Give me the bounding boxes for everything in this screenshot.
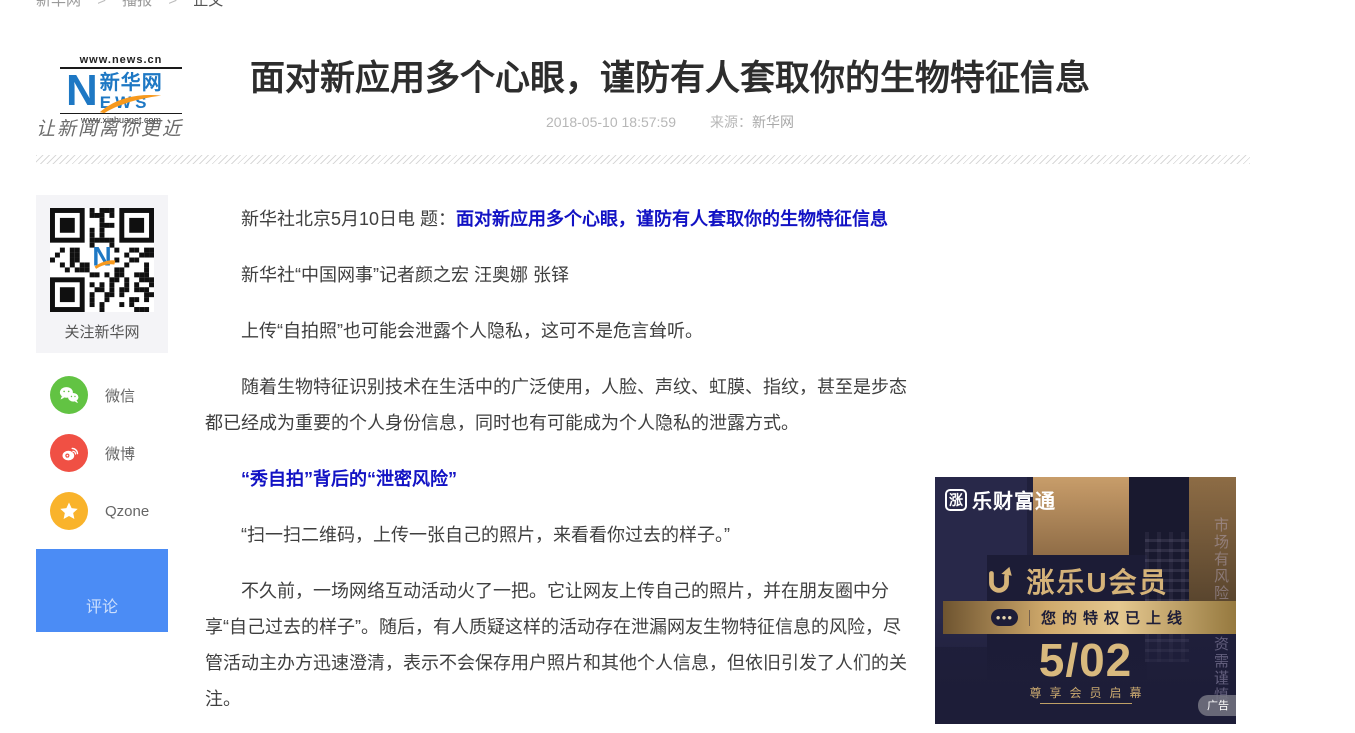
breadcrumb-separator: >	[168, 0, 177, 9]
ad-banner-divider	[1029, 610, 1030, 626]
weibo-icon	[50, 434, 88, 472]
ad-underline	[1040, 703, 1132, 704]
publish-time: 2018-05-10 18:57:59	[546, 114, 676, 130]
qr-code-image: N	[50, 208, 154, 312]
qr-follow-box: N 关注新华网	[36, 195, 168, 353]
ad-label-badge: 广告	[1198, 695, 1236, 716]
logo-letter-n: N	[66, 71, 98, 111]
source-label: 来源：	[710, 114, 752, 130]
hatched-divider	[36, 155, 1250, 164]
logo-slogan: 让新闻离你更近	[36, 114, 216, 141]
ad-brand-box-icon: 涨	[945, 489, 967, 511]
share-qzone-label: Qzone	[105, 503, 149, 520]
ad-brand-logo: 涨 乐财富通	[945, 485, 1056, 514]
ad-subline: 尊享会员启幕	[935, 684, 1236, 701]
share-weibo[interactable]: 微博	[36, 433, 168, 473]
qr-caption: 关注新华网	[50, 321, 154, 342]
paragraph: “扫一扫二维码，上传一张自己的照片，来看看你过去的样子。”	[205, 517, 911, 553]
share-wechat-label: 微信	[105, 385, 135, 406]
paragraph: 上传“自拍照”也可能会泄露个人隐私，这可不是危言耸听。	[205, 313, 911, 349]
article-body: 新华社北京5月10日电 题：面对新应用多个心眼，谨防有人套取你的生物特征信息 新…	[205, 201, 911, 733]
paragraph: 不久前，一场网络互动活动火了一把。它让网友上传自己的照片，并在朋友圈中分享“自己…	[205, 573, 911, 717]
article-page: 新华网 > 播报 > 正文 www.news.cn N 新华网 EWS www.…	[0, 0, 1355, 733]
lead-paragraph: 新华社北京5月10日电 题：面对新应用多个心眼，谨防有人套取你的生物特征信息	[205, 201, 911, 237]
logo-name-cn: 新华网	[100, 72, 163, 94]
breadcrumb-item-home[interactable]: 新华网	[36, 0, 81, 9]
ad-brand-name: 乐财富通	[972, 485, 1056, 514]
section-heading: “秀自拍”背后的“泄密风险”	[205, 461, 911, 497]
article-meta: 2018-05-10 18:57:59 来源：新华网	[210, 112, 1130, 132]
logo-swoosh-icon	[96, 92, 166, 114]
byline: 新华社“中国网事”记者颜之宏 汪奥娜 张铎	[205, 257, 911, 293]
share-list: 微信 微博	[36, 375, 168, 531]
share-weibo-label: 微博	[105, 443, 135, 464]
page-title: 面对新应用多个心眼，谨防有人套取你的生物特征信息	[210, 57, 1130, 101]
breadcrumb-item-current: 正文	[193, 0, 223, 9]
source-link[interactable]: 新华网	[752, 114, 794, 130]
paragraph: 随着生物特征识别技术在生活中的广泛使用，人脸、声纹、虹膜、指纹，甚至是步态都已经…	[205, 369, 911, 441]
ad-date: 5/02	[935, 633, 1236, 687]
ad-banner-text: 您的特权已上线	[1041, 607, 1188, 628]
breadcrumb-item-channel[interactable]: 播报	[122, 0, 152, 9]
ad-headline-row: 涨乐U会员	[935, 561, 1216, 601]
wechat-icon	[50, 376, 88, 414]
lead-title-text: 面对新应用多个心眼，谨防有人套取你的生物特征信息	[456, 209, 888, 229]
share-column: N 关注新华网 微信	[36, 195, 168, 632]
lead-prefix: 新华社北京5月10日电 题：	[241, 209, 456, 229]
breadcrumb-separator: >	[97, 0, 106, 9]
logo-mark: N 新华网 EWS	[60, 69, 182, 113]
ad-u-arrow-icon	[982, 564, 1016, 598]
qzone-star-icon	[50, 492, 88, 530]
share-qzone[interactable]: Qzone	[36, 491, 168, 531]
ad-headline: 涨乐U会员	[1026, 561, 1168, 601]
share-wechat[interactable]: 微信	[36, 375, 168, 415]
advertisement-banner[interactable]: 涨 乐财富通 涨乐U会员 ●●● 您的特权已上线 5/02 尊享会员启幕 市场有…	[935, 477, 1236, 724]
ad-chat-bubble-icon: ●●●	[991, 609, 1018, 626]
comment-button[interactable]: 评论	[36, 549, 168, 632]
breadcrumb: 新华网 > 播报 > 正文	[36, 0, 235, 10]
ad-gold-banner: ●●● 您的特权已上线	[943, 601, 1236, 634]
